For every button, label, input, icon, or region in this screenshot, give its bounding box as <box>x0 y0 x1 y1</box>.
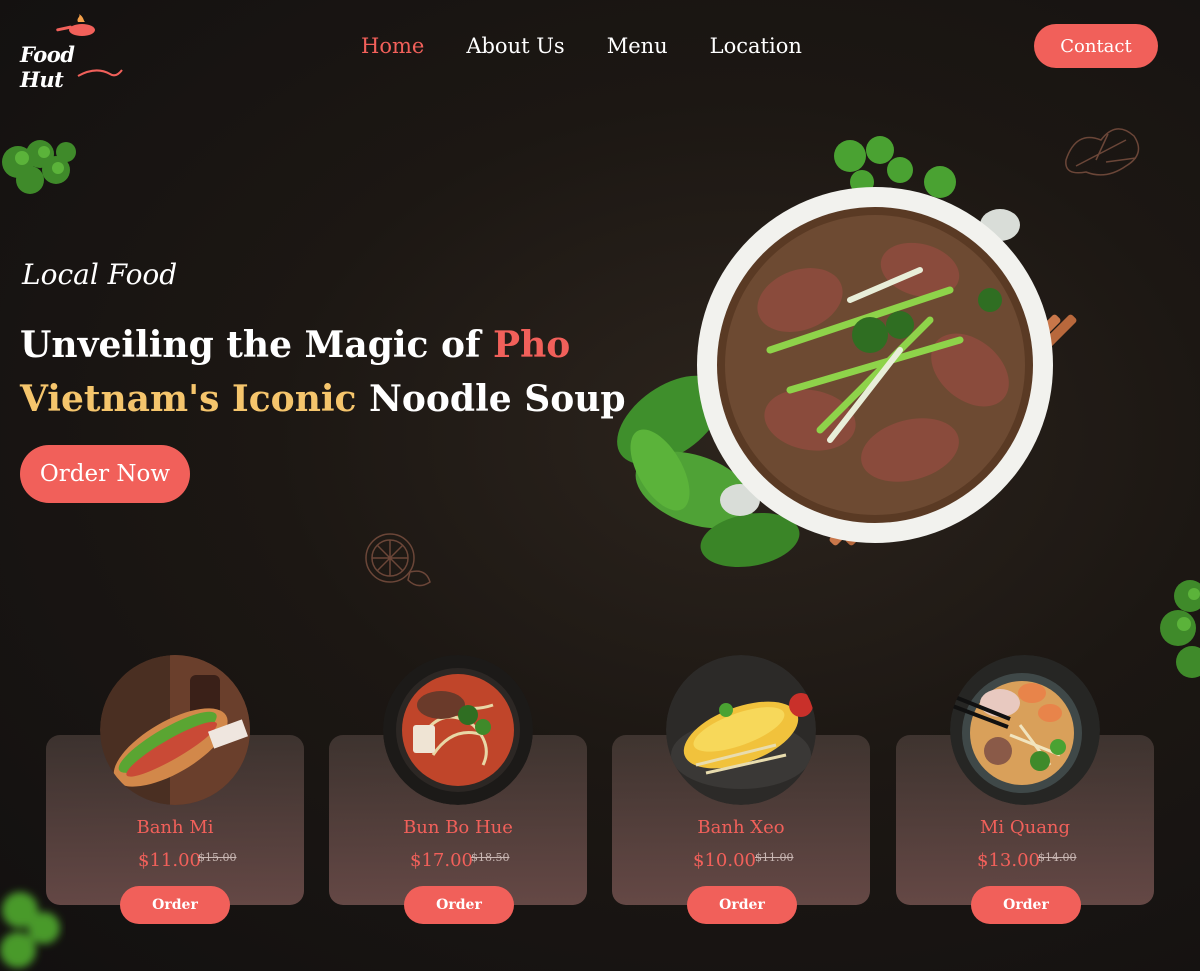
order-button[interactable]: Order <box>120 886 230 924</box>
pho-bowl-image <box>617 136 1077 568</box>
order-button[interactable]: Order <box>687 886 797 924</box>
mi-quang-image <box>950 655 1100 805</box>
card-old-price: $14.00 <box>1038 851 1077 864</box>
card-name: Bun Bo Hue <box>403 817 513 838</box>
headline-line1-b: Pho <box>493 324 571 366</box>
nav-menu[interactable]: Menu <box>607 34 668 58</box>
order-button[interactable]: Order <box>404 886 514 924</box>
cilantro-leaf-icon <box>1160 580 1200 678</box>
card-old-price: $18.50 <box>471 851 510 864</box>
brand-logo[interactable]: Food Hut <box>20 14 124 92</box>
card-old-price: $11.00 <box>755 851 794 864</box>
nav-about-us[interactable]: About Us <box>466 34 564 58</box>
contact-button[interactable]: Contact <box>1034 24 1158 68</box>
hero-eyebrow: Local Food <box>22 258 178 291</box>
card-name: Banh Xeo <box>697 817 785 838</box>
card-price: $17.00 <box>410 850 473 871</box>
headline-line2-a: Vietnam's Iconic <box>20 378 357 420</box>
frying-pan-icon <box>56 14 95 36</box>
nav-home[interactable]: Home <box>361 34 424 58</box>
nav-location[interactable]: Location <box>710 34 802 58</box>
bun-bo-hue-image <box>383 655 533 805</box>
order-now-button[interactable]: Order Now <box>20 445 190 503</box>
card-price: $10.00 <box>693 850 756 871</box>
banh-mi-image <box>100 655 250 805</box>
card-price: $13.00 <box>977 850 1040 871</box>
card-name: Mi Quang <box>979 817 1071 838</box>
card-price: $11.00 <box>138 850 201 871</box>
headline-line2-b: Noodle Soup <box>356 378 626 420</box>
card-old-price: $15.00 <box>198 851 237 864</box>
order-button[interactable]: Order <box>971 886 1081 924</box>
menu-cards: Banh Mi $11.00 $15.00 Order Bun Bo Hue $… <box>46 655 1156 945</box>
banh-xeo-image <box>666 655 816 805</box>
card-name: Banh Mi <box>136 817 214 838</box>
logo-swash-icon <box>77 69 123 77</box>
main-nav: Home About Us Menu Location <box>361 34 844 58</box>
hero-headline: Unveiling the Magic of Pho Vietnam's Ico… <box>20 318 626 426</box>
headline-line1-a: Unveiling the Magic of <box>20 324 494 366</box>
cilantro-leaf-icon <box>2 140 76 194</box>
lime-outline-icon <box>365 533 431 587</box>
